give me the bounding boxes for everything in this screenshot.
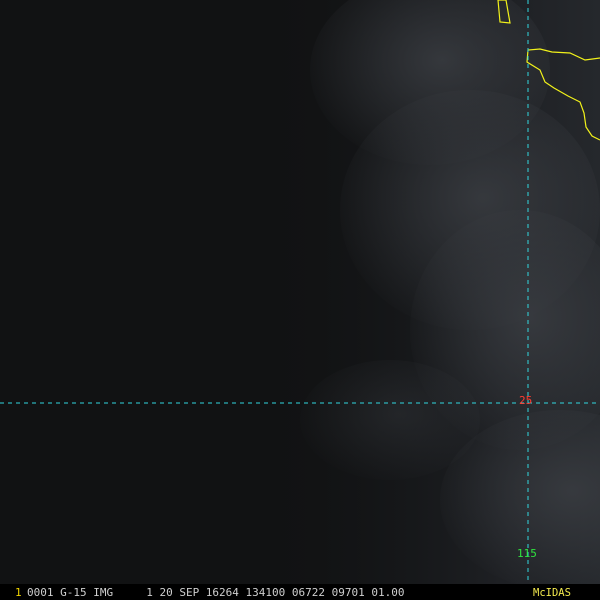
- satellite-image-view: 25 115 1 0001 G-15 IMG 1 20 SEP 16264 13…: [0, 0, 600, 600]
- latitude-label: 25: [519, 394, 533, 407]
- mcidas-brand: McIDAS: [533, 587, 571, 599]
- frame-number: 1: [15, 586, 22, 599]
- status-bar: 1 0001 G-15 IMG 1 20 SEP 16264 134100 06…: [0, 584, 600, 600]
- longitude-label: 115: [517, 547, 537, 560]
- image-metadata-text: 0001 G-15 IMG 1 20 SEP 16264 134100 0672…: [27, 586, 405, 599]
- bright-cloud-southwest: [300, 360, 480, 480]
- satellite-imagery: [0, 0, 600, 600]
